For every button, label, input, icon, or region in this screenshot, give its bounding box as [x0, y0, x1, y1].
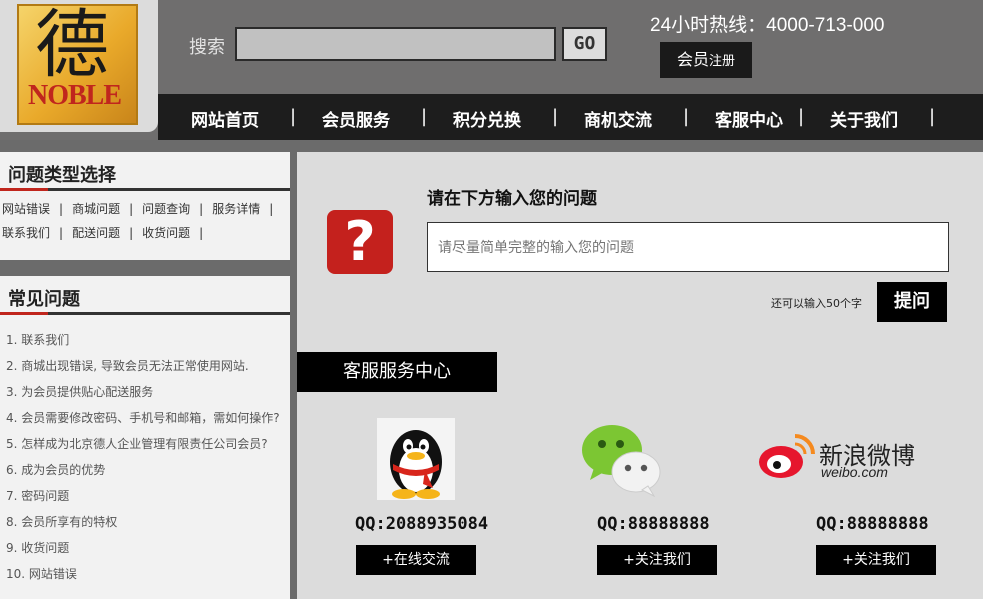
nav-separator: | [290, 106, 297, 127]
type-delivery[interactable]: 配送问题 [72, 226, 120, 240]
question-mark-icon: ? [327, 210, 393, 274]
type-receiving[interactable]: 收货问题 [142, 226, 190, 240]
faq-item[interactable]: 9. 收货问题 [6, 539, 69, 556]
nav-separator: | [421, 106, 428, 127]
ask-title: 请在下方输入您的问题 [427, 189, 597, 209]
nav-separator: | [798, 106, 805, 127]
follow-wechat-button[interactable]: +关注我们 [597, 545, 717, 575]
question-types-title: 问题类型选择 [8, 165, 116, 186]
type-contact[interactable]: 联系我们 [2, 226, 50, 240]
logo-container: 德 NOBLE [0, 0, 158, 132]
noble-logo[interactable]: 德 NOBLE [17, 4, 138, 125]
title-underline [0, 312, 290, 315]
faq-item[interactable]: 10. 网站错误 [6, 565, 77, 582]
nav-about[interactable]: 关于我们 [830, 106, 898, 131]
faq-item[interactable]: 1. 联系我们 [6, 331, 69, 348]
faq-title: 常见问题 [8, 289, 80, 310]
hotline-text: 24小时热线：4000-713-000 [650, 15, 885, 36]
question-input[interactable] [427, 222, 949, 272]
main-nav: 网站首页 | 会员服务 | 积分兑换 | 商机交流 | 客服中心 | 关于我们 … [158, 94, 983, 140]
search-go-button[interactable]: GO [562, 27, 607, 61]
nav-separator: | [929, 106, 936, 127]
faq-item[interactable]: 7. 密码问题 [6, 487, 69, 504]
follow-weibo-button[interactable]: +关注我们 [816, 545, 936, 575]
sidebar: 问题类型选择 网站错误 | 商城问题 | 问题查询 | 服务详情 | 联系我们 | 配送问题 | 收货… [0, 152, 290, 599]
register-label: 注册 [709, 54, 736, 69]
question-types-row: 网站错误 | 商城问题 | 问题查询 | 服务详情 | [2, 202, 274, 216]
nav-separator: | [552, 106, 559, 127]
type-service-detail[interactable]: 服务详情 [212, 202, 260, 216]
ask-button[interactable]: 提问 [877, 282, 947, 322]
nav-separator: | [683, 106, 690, 127]
member-label: 会员 [676, 50, 709, 69]
chat-online-button[interactable]: +在线交流 [356, 545, 476, 575]
qq-number: QQ:2088935084 [355, 514, 489, 534]
faq-item[interactable]: 5. 怎样成为北京德人企业管理有限责任公司会员? [6, 435, 268, 452]
weibo-domain: weibo.com [821, 464, 888, 480]
char-remaining: 还可以输入50个字 [771, 297, 862, 310]
type-website-error[interactable]: 网站错误 [2, 202, 50, 216]
search-label: 搜索 [189, 37, 225, 57]
nav-business[interactable]: 商机交流 [584, 106, 652, 131]
main-content: ? 请在下方输入您的问题 还可以输入50个字 提问 客服服务中心 QQ:2088… [297, 152, 983, 599]
wechat-icon[interactable] [580, 422, 664, 498]
nav-points[interactable]: 积分兑换 [453, 106, 521, 131]
nav-customer-service[interactable]: 客服中心 [715, 106, 783, 131]
logo-brand: NOBLE [28, 80, 122, 111]
wechat-number: QQ:88888888 [597, 514, 710, 534]
faq-panel: 常见问题 1. 联系我们 2. 商城出现错误, 导致会员无法正常使用网站. 3.… [0, 276, 290, 599]
weibo-icon[interactable] [757, 430, 817, 482]
site-header: 德 NOBLE 搜索 GO 24小时热线：4000-713-000 会员注册 网… [0, 0, 983, 140]
question-types-row: 联系我们 | 配送问题 | 收货问题 | [2, 226, 204, 240]
search-input[interactable] [235, 27, 556, 61]
title-underline [0, 188, 290, 191]
weibo-number: QQ:88888888 [816, 514, 929, 534]
faq-item[interactable]: 8. 会员所享有的特权 [6, 513, 117, 530]
faq-item[interactable]: 2. 商城出现错误, 导致会员无法正常使用网站. [6, 357, 249, 374]
nav-member-service[interactable]: 会员服务 [322, 106, 390, 131]
faq-item[interactable]: 6. 成为会员的优势 [6, 461, 105, 478]
logo-glyph: 德 [35, 2, 109, 88]
service-center-tab: 客服服务中心 [297, 352, 497, 392]
faq-item[interactable]: 4. 会员需要修改密码、手机号和邮箱，需如何操作? [6, 409, 280, 426]
qq-penguin-icon[interactable] [377, 418, 455, 500]
type-query[interactable]: 问题查询 [142, 202, 190, 216]
question-types-panel: 问题类型选择 网站错误 | 商城问题 | 问题查询 | 服务详情 | 联系我们 | 配送问题 | 收货… [0, 152, 290, 260]
nav-home[interactable]: 网站首页 [191, 106, 259, 131]
faq-item[interactable]: 3. 为会员提供贴心配送服务 [6, 383, 153, 400]
member-register-button[interactable]: 会员注册 [660, 42, 752, 78]
type-mall-issue[interactable]: 商城问题 [72, 202, 120, 216]
